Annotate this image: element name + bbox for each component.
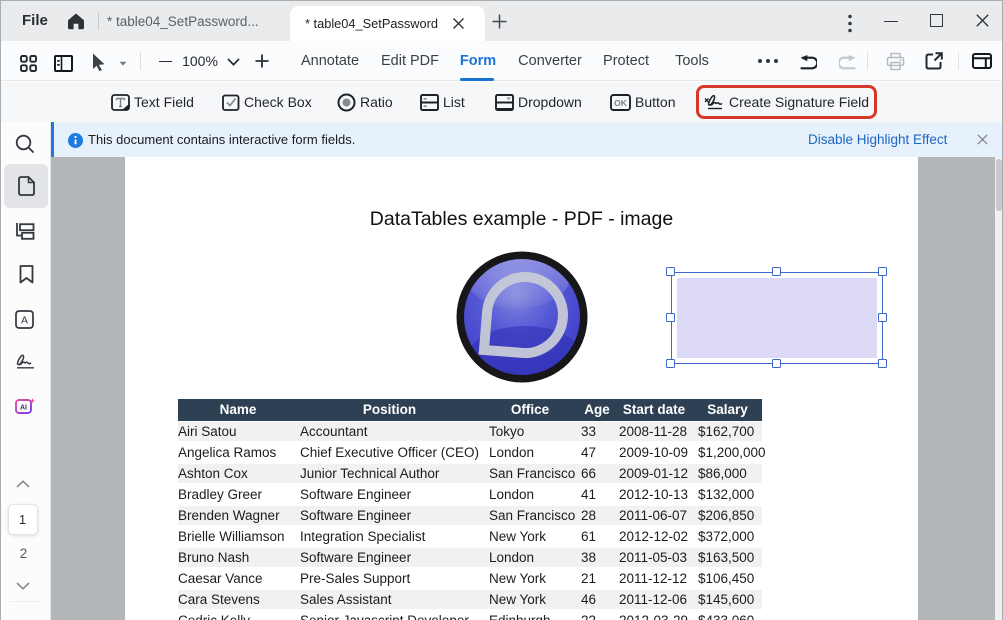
svg-text:A: A bbox=[21, 315, 28, 327]
svg-text:AI: AI bbox=[20, 404, 27, 411]
svg-text:OK: OK bbox=[614, 98, 628, 108]
